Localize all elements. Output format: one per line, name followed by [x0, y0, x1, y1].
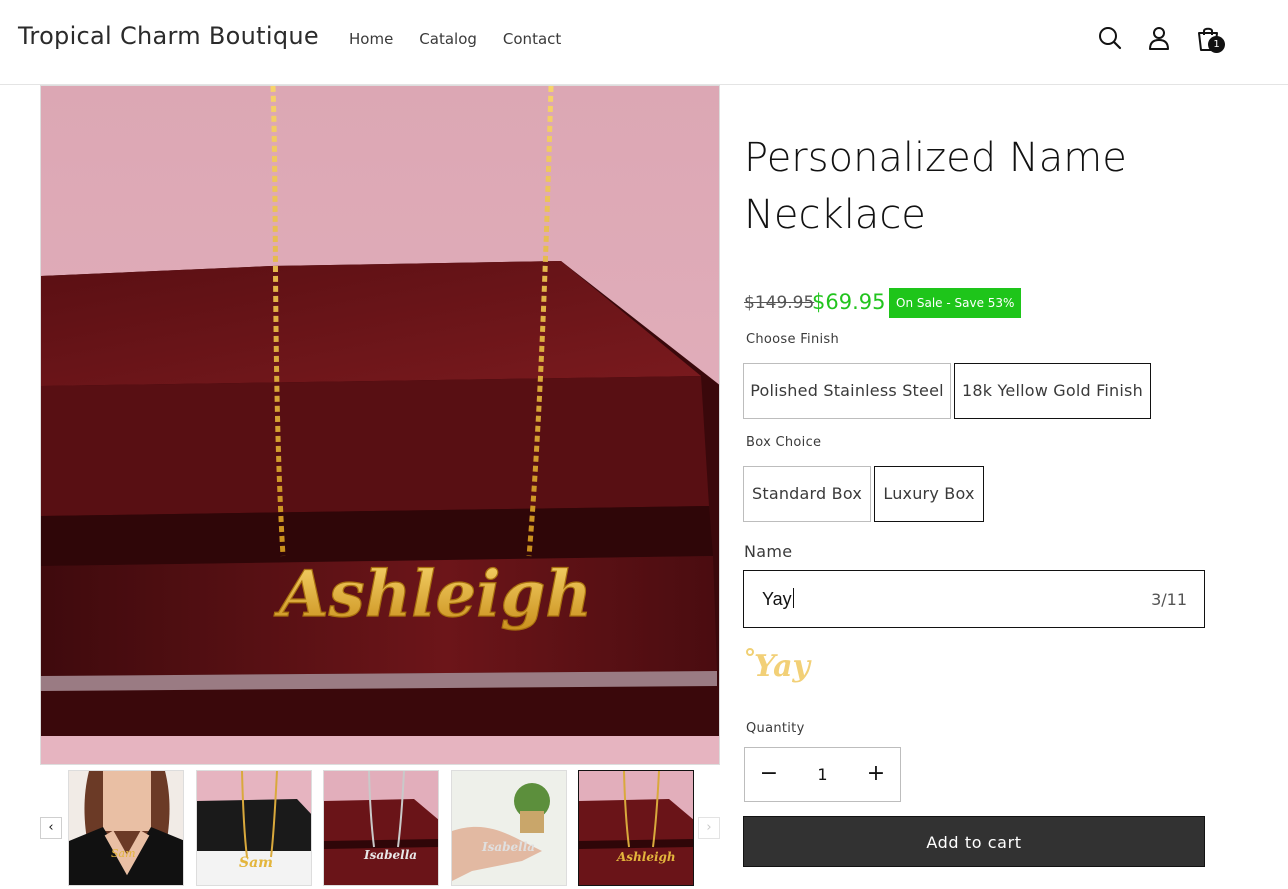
finish-option-stainless[interactable]: Polished Stainless Steel [743, 363, 951, 419]
box-option-luxury[interactable]: Luxury Box [874, 466, 984, 522]
product-main-image[interactable]: Ashleigh [40, 85, 720, 765]
cart-count-badge: 1 [1208, 36, 1225, 53]
sale-badge: On Sale - Save 53% [889, 288, 1022, 318]
quantity-value[interactable]: 1 [793, 748, 852, 801]
thumbnail-1-engraving: Sam [111, 847, 136, 860]
sale-price: $69.95 [812, 290, 886, 314]
search-icon[interactable] [1096, 24, 1124, 52]
name-field-label: Name [744, 542, 793, 561]
name-input-value: Yay [762, 589, 792, 609]
thumbnail-3-engraving: Isabella [363, 848, 417, 862]
thumb-next-button[interactable]: › [698, 817, 720, 839]
site-header: Tropical Charm Boutique Home Catalog Con… [0, 0, 1288, 85]
thumbnail-2[interactable]: Sam [196, 770, 312, 886]
thumbnail-5-engraving: Ashleigh [616, 850, 676, 864]
name-input[interactable]: Yay 3/11 [743, 570, 1205, 628]
thumbnail-5[interactable]: Ashleigh [578, 770, 694, 886]
quantity-label: Quantity [746, 721, 805, 736]
finish-option-gold[interactable]: 18k Yellow Gold Finish [954, 363, 1151, 419]
name-preview: Yay [744, 640, 834, 690]
necklace-engraving: Ashleigh [274, 557, 592, 632]
store-logo[interactable]: Tropical Charm Boutique [18, 22, 319, 50]
quantity-stepper: − 1 + [744, 747, 901, 802]
product-title: Personalized Name Necklace [744, 135, 1127, 238]
box-option-standard[interactable]: Standard Box [743, 466, 871, 522]
thumbnail-1[interactable]: Sam [68, 770, 184, 886]
quantity-increase-button[interactable]: + [852, 748, 900, 801]
name-input-value-wrap: Yay [762, 588, 794, 610]
quantity-decrease-button[interactable]: − [745, 748, 793, 801]
nav-contact[interactable]: Contact [503, 30, 561, 48]
nav-home[interactable]: Home [349, 30, 393, 48]
box-option-label: Box Choice [746, 435, 822, 450]
thumbnail-4[interactable]: Isabella [451, 770, 567, 886]
nav-catalog[interactable]: Catalog [419, 30, 477, 48]
account-icon[interactable] [1145, 24, 1173, 52]
thumbnail-3[interactable]: Isabella [323, 770, 439, 886]
thumbnail-4-engraving: Isabella [481, 840, 535, 854]
original-price: $149.95 [744, 293, 815, 313]
add-to-cart-button[interactable]: Add to cart [743, 816, 1205, 867]
thumbnail-2-engraving: Sam [239, 855, 273, 871]
finish-option-label: Choose Finish [746, 332, 840, 347]
thumb-prev-button[interactable]: ‹ [40, 817, 62, 839]
name-preview-text: Yay [754, 649, 813, 684]
text-caret [792, 588, 794, 608]
main-nav: Home Catalog Contact [349, 30, 587, 48]
name-char-counter: 3/11 [1151, 590, 1187, 609]
